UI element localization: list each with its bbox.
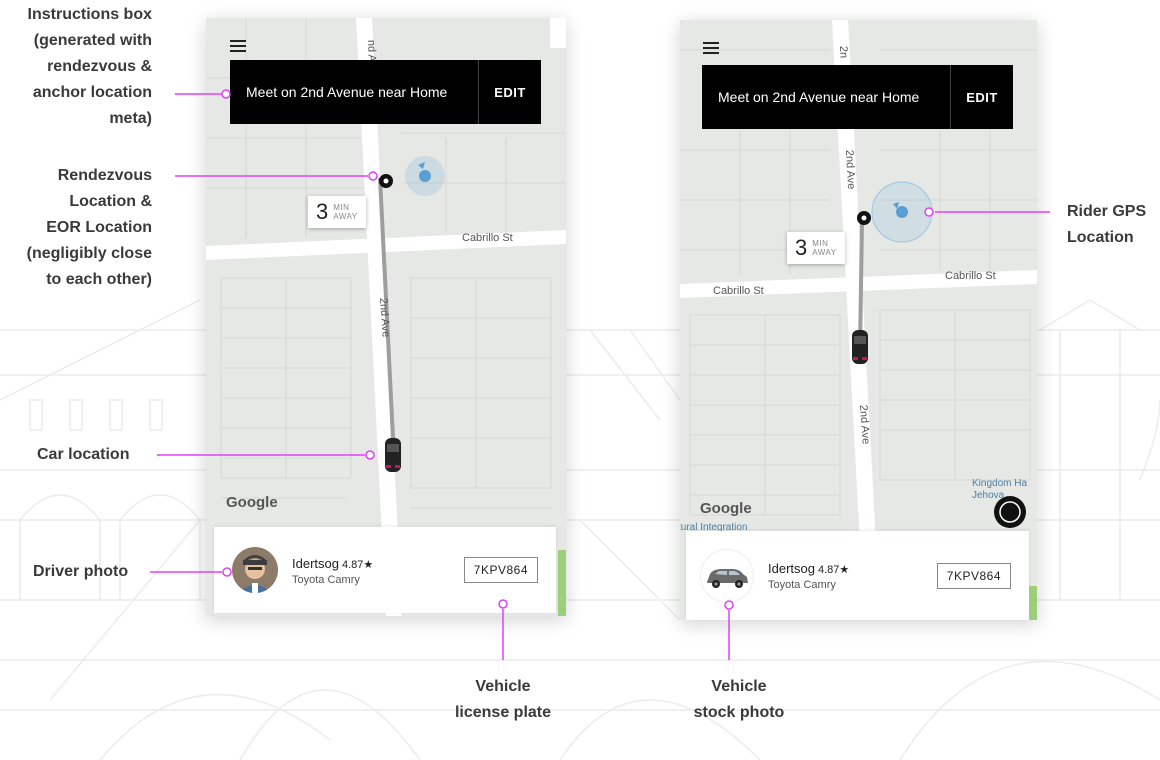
callout-rider-gps: Rider GPS Location	[1067, 199, 1146, 251]
driver-name: Idertsog	[768, 561, 815, 576]
edit-button[interactable]: EDIT	[951, 90, 1013, 105]
eta-unit-away: AWAY	[812, 248, 837, 257]
driver-rating: 4.87★	[341, 558, 374, 571]
eta-unit-min: MIN	[333, 203, 350, 212]
callout-line: to each other)	[46, 271, 152, 288]
callout-rendezvous: Rendezvous Location & EOR Location (negl…	[27, 163, 152, 293]
car-icon	[707, 568, 748, 588]
poi-line-2: Jehova	[972, 490, 1005, 501]
callout-line: Instructions box	[27, 6, 152, 23]
instruction-text: Meet on 2nd Avenue near Home	[246, 84, 448, 100]
menu-icon[interactable]	[703, 42, 719, 54]
callout-driver-photo: Driver photo	[33, 559, 128, 585]
vehicle-stock-photo	[700, 548, 754, 603]
right-phone-screen: 2n 2nd Ave Cabrillo St Cabrillo St 2nd A…	[680, 20, 1037, 620]
menu-icon[interactable]	[230, 40, 246, 52]
callout-line: meta)	[109, 110, 152, 127]
driver-name: Idertsog	[292, 555, 339, 571]
callout-line: Vehicle	[475, 678, 531, 695]
driver-avatar-icon	[232, 547, 278, 593]
left-phone-screen: nd Ave Cabrillo St 2nd Ave Meet on 2nd A…	[206, 18, 566, 616]
callout-line: Rider GPS	[1067, 203, 1147, 220]
callout-line: license plate	[454, 704, 552, 721]
driver-rating: 4.87★	[817, 564, 850, 576]
eta-badge: 3 MIN AWAY	[787, 232, 845, 264]
map-green-strip	[558, 550, 566, 616]
instructions-box: Meet on 2nd Avenue near Home EDIT	[702, 65, 1013, 129]
poi-label-kingdom: Kingdom Ha Jehova	[972, 478, 1027, 502]
callout-line: Rendezvous	[57, 167, 152, 184]
vehicle-model: Toyota Camry	[292, 573, 360, 586]
google-logo: Google	[700, 500, 752, 517]
street-label-2nd-ave-upper: 2nd Ave	[843, 150, 857, 190]
instruction-text: Meet on 2nd Avenue near Home	[718, 89, 920, 105]
callout-line: (negligibly close	[26, 245, 152, 262]
callout-car-location: Car location	[37, 442, 129, 468]
vehicle-model: Toyota Camry	[768, 579, 836, 591]
callout-line: Driver photo	[33, 563, 129, 580]
eta-unit-away: AWAY	[333, 212, 358, 221]
license-plate[interactable]: 7KPV864	[936, 562, 1011, 589]
callout-line: EOR Location	[46, 219, 152, 236]
callout-line: anchor location	[32, 84, 152, 101]
eta-unit-min: MIN	[812, 239, 829, 248]
license-plate[interactable]: 7KPV864	[463, 557, 538, 583]
callout-line: Location &	[69, 193, 152, 210]
callout-line: Vehicle	[711, 678, 767, 695]
google-logo: Google	[226, 494, 278, 511]
map-green-strip	[1029, 586, 1037, 620]
eta-minutes: 3	[316, 199, 329, 224]
callout-line: rendezvous &	[47, 58, 152, 75]
callout-stock-photo: Vehicle stock photo	[669, 674, 809, 726]
street-label-cabrillo-right: Cabrillo St	[945, 270, 996, 282]
poi-line-1: Kingdom Ha	[972, 478, 1028, 489]
driver-photo	[232, 547, 278, 593]
driver-card[interactable]: Idertsog 4.87★ Toyota Camry 7KPV864	[686, 531, 1029, 620]
street-label-cabrillo-left: Cabrillo St	[713, 285, 764, 297]
callout-instructions-box: Instructions box (generated with rendezv…	[28, 2, 152, 132]
driver-card[interactable]: Idertsog 4.87★ Toyota Camry 7KPV864	[214, 527, 556, 613]
eta-minutes: 3	[795, 235, 808, 260]
callout-line: Location	[1067, 229, 1134, 246]
callout-line: stock photo	[693, 704, 785, 721]
street-label-cabrillo: Cabrillo St	[462, 232, 513, 244]
callout-line: Car location	[37, 446, 130, 463]
eta-badge: 3 MIN AWAY	[308, 196, 366, 228]
callout-line: (generated with	[33, 32, 152, 49]
instructions-box: Meet on 2nd Avenue near Home EDIT	[230, 60, 541, 124]
edit-button[interactable]: EDIT	[479, 85, 541, 100]
street-label-2n-top: 2n	[837, 46, 849, 59]
callout-license-plate: Vehicle license plate	[433, 674, 573, 726]
